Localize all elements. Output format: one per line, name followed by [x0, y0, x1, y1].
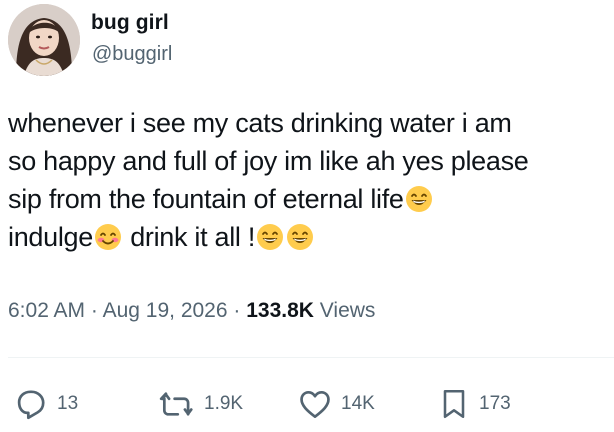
meta-separator: · — [90, 299, 98, 322]
reply-icon — [17, 390, 45, 420]
grinning-face-emoji-icon — [285, 222, 315, 252]
action-bar: 13 1.9K 14K 173 — [0, 384, 614, 424]
tweet-line-text: so happy and full of joy im like ah yes … — [8, 146, 529, 176]
avatar[interactable] — [8, 4, 80, 76]
bookmark-button[interactable]: 173 — [436, 384, 511, 424]
bookmark-count: 173 — [479, 393, 511, 414]
tweet-line-text: drink it all ! — [130, 222, 256, 252]
tweet-meta: 6:02 AM · Aug 19, 2026 · 133.8K Views — [8, 299, 375, 323]
author-handle[interactable]: @buggirl — [92, 43, 172, 66]
tweet-line: indulge drink it all ! — [8, 218, 608, 256]
tweet-card: bug girl @buggirl whenever i see my cats… — [0, 0, 614, 432]
author-display-name[interactable]: bug girl — [91, 11, 169, 35]
tweet-text: whenever i see my cats drinking water i … — [8, 104, 608, 256]
reply-count: 13 — [57, 393, 79, 414]
tweet-date[interactable]: Aug 19, 2026 — [103, 299, 228, 322]
heart-icon — [300, 390, 330, 419]
grinning-face-emoji-icon — [404, 184, 434, 214]
profile-photo-icon — [8, 4, 80, 76]
grinning-face-emoji-icon — [255, 222, 285, 252]
smiling-face-emoji-icon — [93, 222, 123, 252]
reply-button[interactable]: 13 — [12, 384, 78, 424]
divider — [8, 357, 614, 358]
like-count: 14K — [341, 393, 375, 414]
bookmark-icon — [443, 389, 465, 419]
tweet-line-text: whenever i see my cats drinking water i … — [8, 108, 512, 138]
views-count: 133.8K — [246, 299, 314, 322]
views-label: Views — [319, 299, 376, 322]
tweet-line: so happy and full of joy im like ah yes … — [8, 142, 608, 180]
repost-button[interactable]: 1.9K — [157, 384, 243, 424]
like-button[interactable]: 14K — [296, 384, 375, 424]
tweet-time[interactable]: 6:02 AM — [8, 299, 85, 322]
tweet-line: sip from the fountain of eternal life — [8, 180, 608, 218]
repost-icon — [159, 392, 193, 416]
meta-separator: · — [233, 299, 241, 322]
tweet-line-text: indulge — [8, 222, 93, 252]
tweet-line: whenever i see my cats drinking water i … — [8, 104, 608, 142]
repost-count: 1.9K — [204, 393, 244, 414]
tweet-line-text: sip from the fountain of eternal life — [8, 184, 404, 214]
